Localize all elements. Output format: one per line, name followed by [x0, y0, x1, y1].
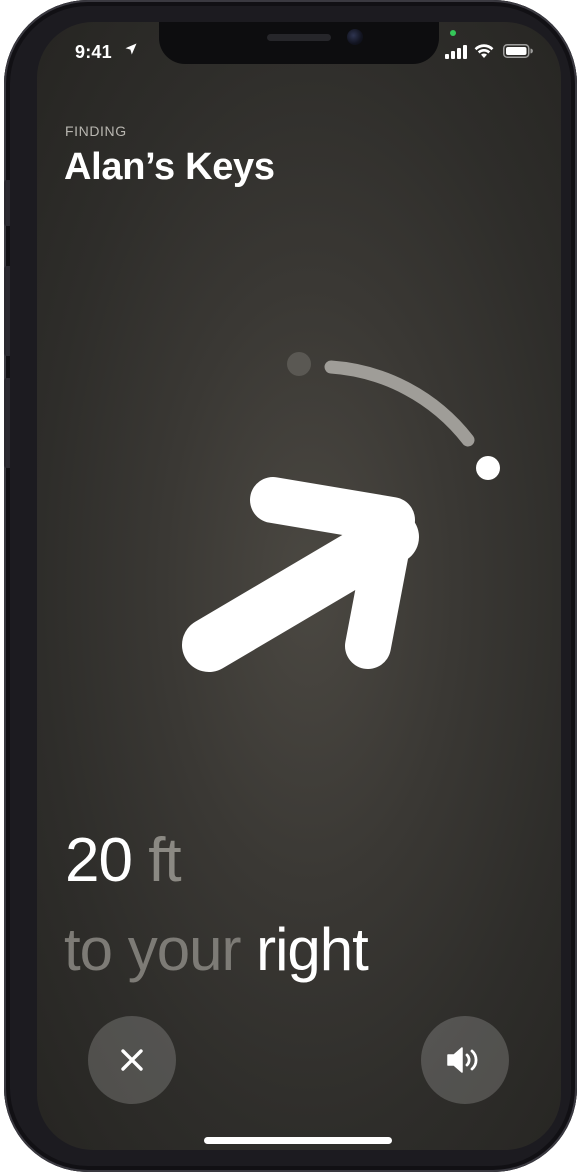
volume-up-button	[4, 266, 10, 356]
direction-readout: to your right	[64, 920, 369, 980]
close-button[interactable]	[88, 1016, 176, 1104]
volume-down-button	[4, 378, 10, 468]
phone-frame: 9:41 FINDING Alan’s Keys 20 ft to your r…	[4, 0, 577, 1172]
direction-arrow-icon	[182, 477, 419, 672]
distance-readout: 20 ft	[65, 830, 182, 892]
distance-unit: ft	[148, 826, 181, 895]
distance-value: 20	[65, 826, 133, 895]
close-icon	[121, 1049, 143, 1071]
silent-switch	[4, 180, 10, 226]
play-sound-button[interactable]	[421, 1016, 509, 1104]
find-my-screen: 9:41 FINDING Alan’s Keys 20 ft to your r…	[37, 22, 561, 1150]
direction-emphasis: right	[256, 916, 369, 983]
target-dot	[476, 456, 500, 480]
speaker-icon	[447, 1047, 478, 1073]
direction-prefix: to your	[64, 916, 241, 983]
home-indicator[interactable]	[204, 1137, 392, 1144]
proximity-arc	[324, 360, 475, 447]
direction-indicator	[182, 352, 500, 672]
inactive-position-dot	[287, 352, 311, 376]
